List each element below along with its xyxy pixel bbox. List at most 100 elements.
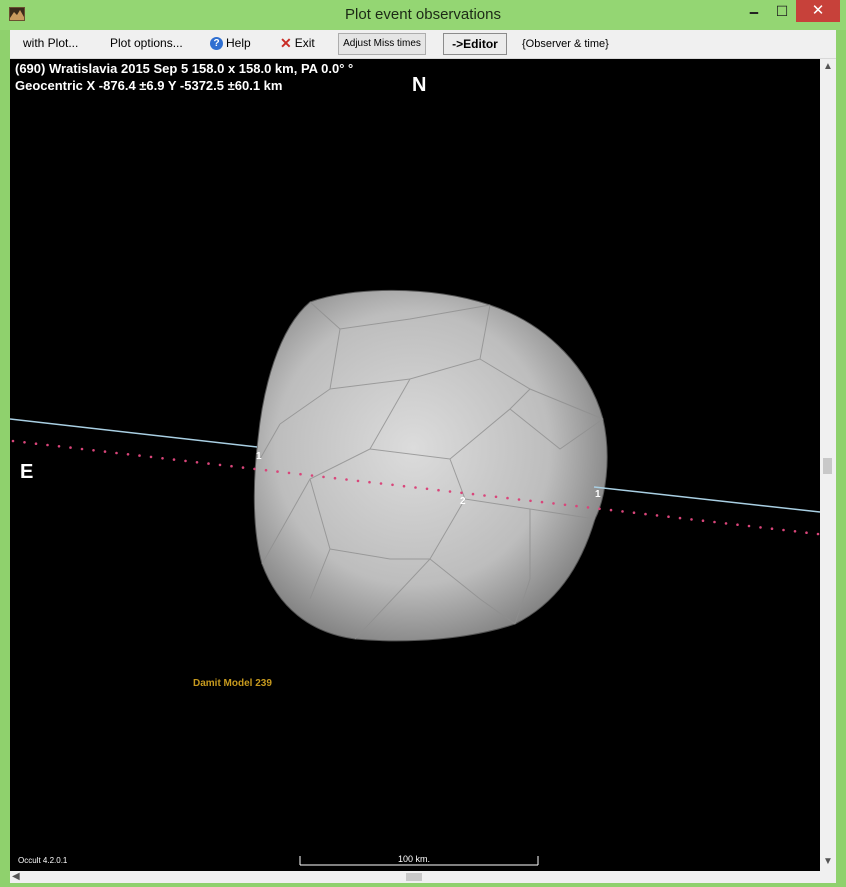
path-dot: [425, 487, 429, 491]
path-dot: [586, 506, 590, 509]
path-dot: [448, 490, 452, 493]
path-dot: [805, 531, 808, 534]
minimize-button[interactable]: 🗕: [740, 0, 768, 22]
path-dot: [402, 484, 406, 488]
model-label: Damit Model 239: [193, 678, 272, 689]
path-dot: [356, 479, 360, 483]
path-dot: [609, 508, 613, 512]
version-label: Occult 4.2.0.1: [18, 856, 68, 865]
path-dot: [724, 522, 728, 525]
path-dot: [747, 524, 751, 528]
path-dot: [552, 502, 555, 505]
path-dot: [126, 453, 130, 456]
path-dot: [299, 472, 302, 476]
path-dot: [138, 454, 141, 457]
plot-canvas: 1 2 1: [10, 289, 820, 866]
path-dot: [218, 463, 222, 467]
vertical-scroll-thumb[interactable]: [823, 458, 832, 474]
editor-button[interactable]: ->Editor: [443, 33, 507, 55]
path-dot: [736, 523, 739, 526]
scroll-up-icon[interactable]: ▲: [823, 62, 833, 72]
path-dot: [770, 527, 774, 530]
path-dot: [471, 492, 475, 496]
path-dot: [184, 459, 187, 463]
path-dot: [103, 450, 107, 453]
vertical-scrollbar[interactable]: ▲ ▼: [820, 59, 836, 871]
close-button[interactable]: ✕: [796, 0, 840, 22]
path-dot: [368, 480, 371, 484]
path-dot: [345, 478, 348, 481]
path-dot: [333, 476, 337, 480]
horizontal-scrollbar[interactable]: ◀: [10, 871, 836, 883]
path-dot: [172, 458, 176, 461]
path-dot: [816, 532, 820, 536]
path-dot: [310, 474, 314, 477]
path-dot: [57, 445, 61, 448]
maximize-button[interactable]: ☐: [768, 0, 796, 22]
path-dot: [713, 520, 716, 524]
menu-exit[interactable]: ✕ Exit: [280, 36, 315, 50]
path-dot: [667, 515, 670, 518]
horizontal-scroll-thumb[interactable]: [406, 873, 422, 881]
path-dot: [322, 475, 325, 479]
path-dot: [517, 498, 521, 501]
path-dot: [46, 443, 49, 447]
path-dot: [678, 516, 682, 520]
path-dot: [195, 461, 199, 464]
path-dot: [621, 510, 624, 513]
path-dot: [506, 496, 509, 500]
plot-area[interactable]: 1 2 1 (690) Wratislavia 2015 Sep 5 158.0…: [10, 59, 820, 871]
asteroid-shape-model: [253, 289, 608, 642]
path-dot: [782, 528, 785, 532]
plot-header-line2: Geocentric X -876.4 ±6.9 Y -5372.5 ±60.1…: [15, 78, 283, 93]
window-title: Plot event observations: [345, 6, 501, 23]
scroll-down-icon[interactable]: ▼: [823, 857, 833, 867]
path-dot: [11, 439, 15, 443]
path-dot: [207, 462, 210, 465]
menu-plot-options[interactable]: Plot options...: [110, 36, 183, 50]
path-dot: [575, 504, 578, 508]
adjust-miss-times-button[interactable]: Adjust Miss times: [338, 33, 426, 55]
menu-observer-time[interactable]: {Observer & time}: [522, 38, 609, 50]
path-dot: [34, 442, 38, 446]
path-dot: [563, 503, 567, 507]
close-x-icon: ✕: [280, 35, 292, 51]
chord-label-1-west: 1: [595, 489, 601, 500]
menu-help[interactable]: ? Help: [210, 36, 251, 50]
menu-exit-label: Exit: [294, 36, 315, 50]
path-dot: [701, 519, 705, 522]
path-dot: [540, 500, 544, 504]
path-dot: [69, 446, 72, 449]
path-dot: [414, 486, 417, 489]
path-dot: [287, 471, 291, 475]
north-label: N: [412, 74, 427, 96]
path-dot: [793, 530, 797, 533]
plot-header-line1: (690) Wratislavia 2015 Sep 5 158.0 x 158…: [15, 61, 354, 76]
path-dot: [161, 457, 164, 460]
path-dot: [759, 526, 762, 529]
plot-event-window: Plot event observations 🗕 ☐ ✕ with Plot.…: [0, 0, 846, 887]
east-label: E: [20, 461, 34, 483]
path-dot: [483, 494, 486, 497]
path-dot: [529, 499, 532, 503]
menu-bar: with Plot... Plot options... ? Help ✕ Ex…: [10, 30, 836, 59]
chord-label-2: 2: [460, 496, 466, 507]
path-dot: [276, 470, 279, 473]
path-dot: [92, 449, 95, 452]
menu-help-label: Help: [226, 36, 251, 50]
path-dot: [460, 491, 463, 495]
chord-line-west: [593, 486, 820, 513]
path-dot: [655, 514, 659, 517]
path-dot: [690, 518, 693, 521]
scroll-left-icon[interactable]: ◀: [12, 872, 20, 882]
chord-label-1-east: 1: [256, 451, 262, 462]
path-dot: [264, 468, 268, 472]
help-icon: ?: [210, 36, 223, 50]
path-dot: [80, 447, 84, 451]
menu-with-plot[interactable]: with Plot...: [23, 36, 78, 50]
path-dot: [391, 483, 394, 487]
title-bar: Plot event observations 🗕 ☐ ✕: [0, 0, 846, 30]
path-dot: [644, 512, 647, 516]
path-dot: [632, 511, 636, 514]
scale-label: 100 km.: [398, 854, 431, 864]
